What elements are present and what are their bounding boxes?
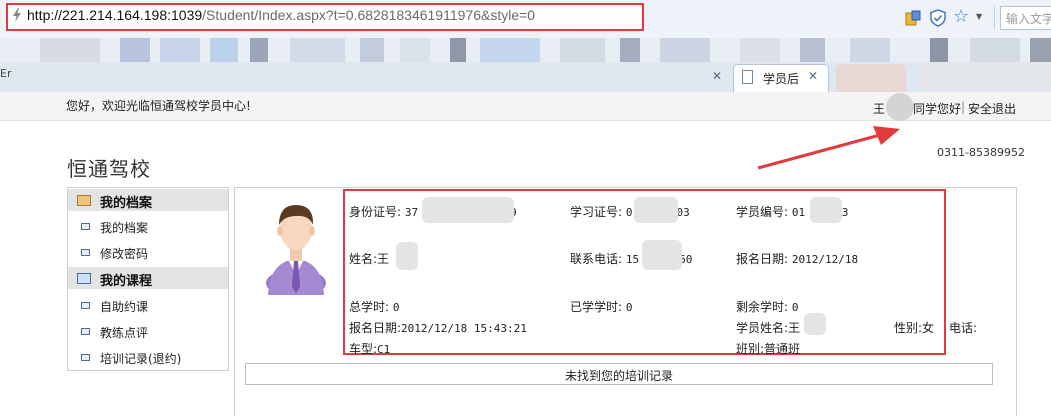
field-value: 女: [922, 321, 935, 335]
field-value: 01: [791, 206, 806, 219]
user-greeting-suffix: 同学您好: [913, 102, 962, 116]
sidebar-item-coach-review[interactable]: 教练点评: [100, 324, 148, 341]
tab-previous[interactable]: Er: [0, 67, 11, 80]
empty-records-message: 未找到您的培训记录: [564, 369, 673, 383]
field-value: 王: [788, 321, 801, 335]
field-label: 报名日期:: [736, 252, 789, 266]
document-icon: [81, 249, 90, 256]
field-value: 15: [625, 253, 640, 266]
total-hours-field: 总学时: 0: [349, 298, 400, 315]
field-value: 0: [625, 301, 633, 314]
document-icon: [81, 354, 90, 361]
shield-icon[interactable]: [930, 9, 946, 27]
class-field: 班别:普通班: [736, 340, 800, 357]
field-value: C1: [377, 343, 391, 356]
field-label: 剩余学时:: [736, 300, 789, 314]
document-icon: [81, 223, 90, 230]
field-label: 性别:: [894, 321, 923, 335]
chevron-down-icon[interactable]: ▼: [976, 12, 982, 21]
url-path: /Student/Index.aspx?t=0.6828183461911976…: [202, 7, 536, 23]
redacted-blur: [886, 93, 914, 121]
search-placeholder: 输入文字: [1006, 12, 1051, 26]
header-separator: |: [961, 100, 966, 114]
tab-strip-blurred: [920, 62, 1051, 92]
field-label: 已学学时:: [570, 300, 623, 314]
sidebar-section-label: 我的课程: [100, 274, 153, 289]
redacted-blur: [422, 197, 514, 223]
field-value: 普通班: [764, 342, 801, 356]
enroll-date-field: 报名日期: 2012/12/18: [736, 250, 858, 267]
avatar: [266, 205, 326, 295]
sidebar-section-label: 我的档案: [100, 196, 153, 211]
field-label: 学习证号:: [570, 205, 623, 219]
annotation-arrow: [757, 126, 900, 170]
lightning-icon: [13, 8, 21, 22]
toolbar-divider: [994, 6, 995, 30]
logout-link[interactable]: 安全退出: [968, 100, 1016, 117]
sidebar-item-change-password[interactable]: 修改密码: [100, 245, 148, 262]
field-label: 身份证号:: [349, 205, 402, 219]
field-value: 03: [676, 206, 690, 219]
car-type-field: 车型:C1: [349, 340, 390, 357]
redacted-blur: [634, 197, 678, 223]
field-value: 2012/12/18: [791, 253, 859, 266]
redacted-blur: [810, 197, 842, 223]
field-value: 0: [392, 301, 400, 314]
user-name: 王: [873, 102, 886, 116]
enroll-datetime-field: 报名日期:2012/12/18 15:43:21: [349, 319, 527, 336]
tab-next[interactable]: [836, 64, 906, 92]
url-text: http://221.214.164.198:1039/Student/Inde…: [27, 7, 535, 23]
contact-phone: 0311-85389952: [937, 146, 1025, 159]
folder-icon: [77, 195, 91, 206]
field-value: 2012/12/18 15:43:21: [401, 322, 527, 335]
bookmarks-bar: [0, 38, 1051, 62]
redacted-blur: [396, 242, 418, 270]
name-field: 姓名:王: [349, 250, 389, 267]
student-name-field: 学员姓名:王: [736, 319, 800, 336]
document-icon: [81, 328, 90, 335]
sidebar-item-training-records[interactable]: 培训记录(退约): [100, 350, 181, 367]
close-icon[interactable]: ✕: [808, 69, 818, 83]
redacted-blur: [804, 313, 826, 335]
gender-field: 性别:女: [894, 319, 934, 336]
field-label: 学员姓名:: [736, 321, 789, 335]
close-icon[interactable]: ✕: [712, 69, 722, 83]
document-icon: [81, 302, 90, 309]
page-title: 恒通驾校: [67, 157, 151, 181]
extension-icon[interactable]: [905, 10, 921, 26]
welcome-text: 您好，欢迎光临恒通驾校学员中心!: [66, 99, 251, 113]
field-label: 班别:: [736, 342, 765, 356]
tab-active-label: 学员后: [763, 72, 800, 86]
url-host: http://221.214.164.198:1039: [27, 7, 203, 23]
field-value: 0: [625, 206, 633, 219]
field-value: 37: [404, 206, 419, 219]
done-hours-field: 已学学时: 0: [570, 298, 633, 315]
field-label: 姓名:: [349, 252, 378, 266]
field-value: 王: [377, 252, 390, 266]
bookmark-star-icon[interactable]: ☆: [953, 6, 969, 27]
redacted-blur: [642, 240, 682, 270]
courses-icon: [77, 273, 91, 284]
sidebar-item-book-lesson[interactable]: 自助约课: [100, 298, 148, 315]
page-icon: [742, 70, 753, 84]
field-value: 0: [791, 301, 799, 314]
tel-field-label: 电话:: [949, 321, 978, 335]
field-label: 报名日期:: [349, 321, 402, 335]
sidebar-item-profile[interactable]: 我的档案: [100, 219, 148, 236]
field-label: 车型:: [349, 342, 378, 356]
field-label: 总学时:: [349, 300, 390, 314]
remaining-hours-field: 剩余学时: 0: [736, 298, 799, 315]
field-label: 学员编号:: [736, 205, 789, 219]
field-label: 联系电话:: [570, 252, 623, 266]
